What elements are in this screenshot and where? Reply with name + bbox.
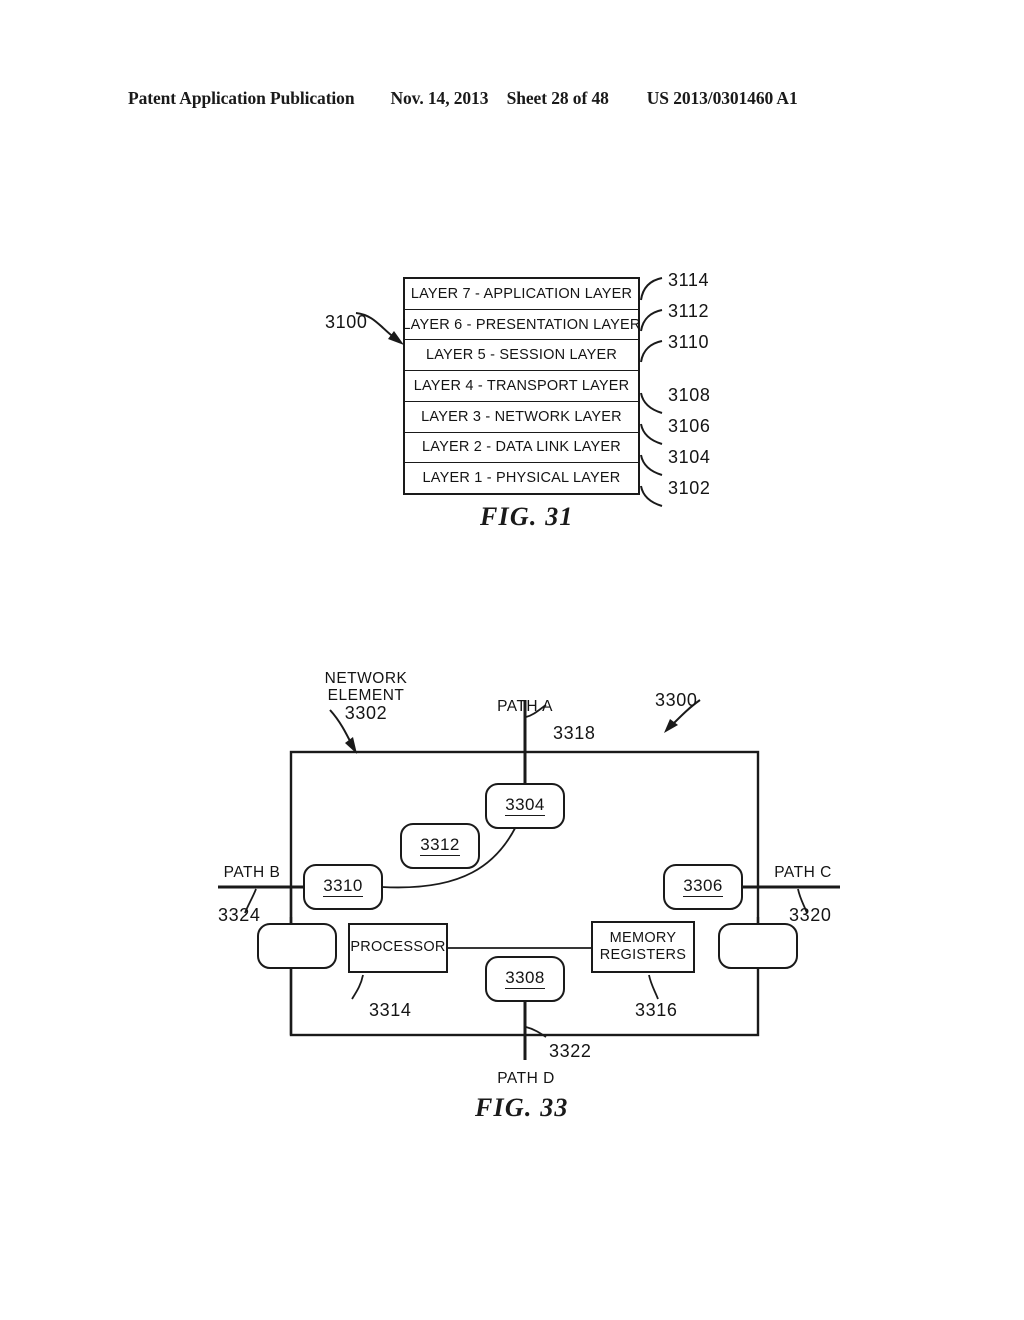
layer-row-3: LAYER 3 - NETWORK LAYER	[405, 402, 638, 433]
node-3310-label: 3310	[323, 876, 363, 897]
memory-registers-ref: 3316	[635, 1000, 678, 1020]
path-c-ref: 3320	[789, 905, 832, 925]
processor-block[interactable]: PROCESSOR	[348, 923, 448, 973]
path-d-ref: 3322	[549, 1041, 592, 1061]
layer-row-6: LAYER 6 - PRESENTATION LAYER	[402, 310, 641, 341]
layer-ref-3112: 3112	[668, 301, 710, 321]
fig33-diagram: 3304 3306 3308 3310 3312 PROCESSOR MEMOR…	[200, 655, 860, 1100]
processor-ref: 3314	[369, 1000, 412, 1020]
node-3310[interactable]: 3310	[303, 864, 383, 910]
fig33-connectors	[218, 699, 840, 1060]
processor-label: PROCESSOR	[350, 939, 446, 956]
publication-type: Patent Application Publication	[128, 88, 355, 108]
layer-label-3: LAYER 3 - NETWORK LAYER	[421, 408, 622, 425]
sheet-number: Sheet 28 of 48	[506, 88, 609, 108]
node-3308[interactable]: 3308	[485, 956, 565, 1002]
publication-number: US 2013/0301460 A1	[646, 88, 798, 108]
fig31-caption: FIG. 31	[480, 502, 574, 531]
layer-ref-3108: 3108	[668, 385, 711, 405]
patent-drawing-sheet: Patent Application Publication Nov. 14, …	[0, 0, 1024, 1320]
layer-label-6: LAYER 6 - PRESENTATION LAYER	[402, 316, 641, 333]
node-3306[interactable]: 3306	[663, 864, 743, 910]
publication-date: Nov. 14, 2013	[390, 88, 489, 108]
node-3306-label: 3306	[683, 876, 723, 897]
path-b-label: PATH B	[223, 864, 281, 881]
layer-ref-3110: 3110	[668, 332, 710, 352]
layer-label-2: LAYER 2 - DATA LINK LAYER	[422, 439, 621, 456]
publication-header: Patent Application Publication Nov. 14, …	[128, 88, 888, 109]
layer-ref-3106: 3106	[668, 416, 711, 436]
memory-registers-line1: MEMORY	[609, 929, 677, 946]
network-element-title-line1: NETWORK	[324, 670, 408, 687]
memory-registers-block[interactable]: MEMORY REGISTERS	[591, 921, 695, 973]
layer-row-5: LAYER 5 - SESSION LAYER	[405, 340, 638, 372]
node-3304[interactable]: 3304	[485, 783, 565, 829]
layer-row-2: LAYER 2 - DATA LINK LAYER	[405, 433, 638, 464]
layer-ref-3114: 3114	[668, 270, 710, 290]
layer-row-4: LAYER 4 - TRANSPORT LAYER	[405, 371, 638, 402]
network-element-ref: 3302	[344, 703, 388, 723]
fig33-caption: FIG. 33	[475, 1093, 569, 1122]
node-3312[interactable]: 3312	[400, 823, 480, 869]
node-left-unlabeled[interactable]	[257, 923, 337, 969]
layer-ref-3104: 3104	[668, 447, 711, 467]
node-right-unlabeled[interactable]	[718, 923, 798, 969]
layer-row-7: LAYER 7 - APPLICATION LAYER	[405, 279, 638, 310]
memory-registers-label: MEMORY REGISTERS	[600, 930, 687, 964]
fig33-system-ref: 3300	[655, 690, 698, 710]
osi-layer-stack: LAYER 7 - APPLICATION LAYER LAYER 6 - PR…	[402, 277, 641, 495]
memory-registers-line2: REGISTERS	[599, 947, 687, 963]
layer-label-7: LAYER 7 - APPLICATION LAYER	[410, 285, 633, 302]
fig31-stack-reference: 3100	[325, 312, 368, 332]
node-3304-label: 3304	[505, 795, 545, 816]
path-d-label: PATH D	[497, 1070, 555, 1087]
node-3308-label: 3308	[505, 968, 545, 989]
layer-ref-3102: 3102	[668, 478, 711, 498]
publication-date-sheet: Nov. 14, 2013 Sheet 28 of 48	[390, 88, 608, 109]
layer-label-4: LAYER 4 - TRANSPORT LAYER	[413, 378, 630, 395]
node-3312-label: 3312	[420, 835, 460, 856]
path-b-ref: 3324	[218, 905, 261, 925]
path-a-ref: 3318	[553, 723, 596, 743]
layer-label-5: LAYER 5 - SESSION LAYER	[425, 347, 618, 364]
path-c-label: PATH C	[774, 864, 832, 881]
layer-label-1: LAYER 1 - PHYSICAL LAYER	[422, 470, 621, 487]
path-a-label: PATH A	[497, 698, 553, 715]
layer-row-1: LAYER 1 - PHYSICAL LAYER	[405, 463, 638, 493]
